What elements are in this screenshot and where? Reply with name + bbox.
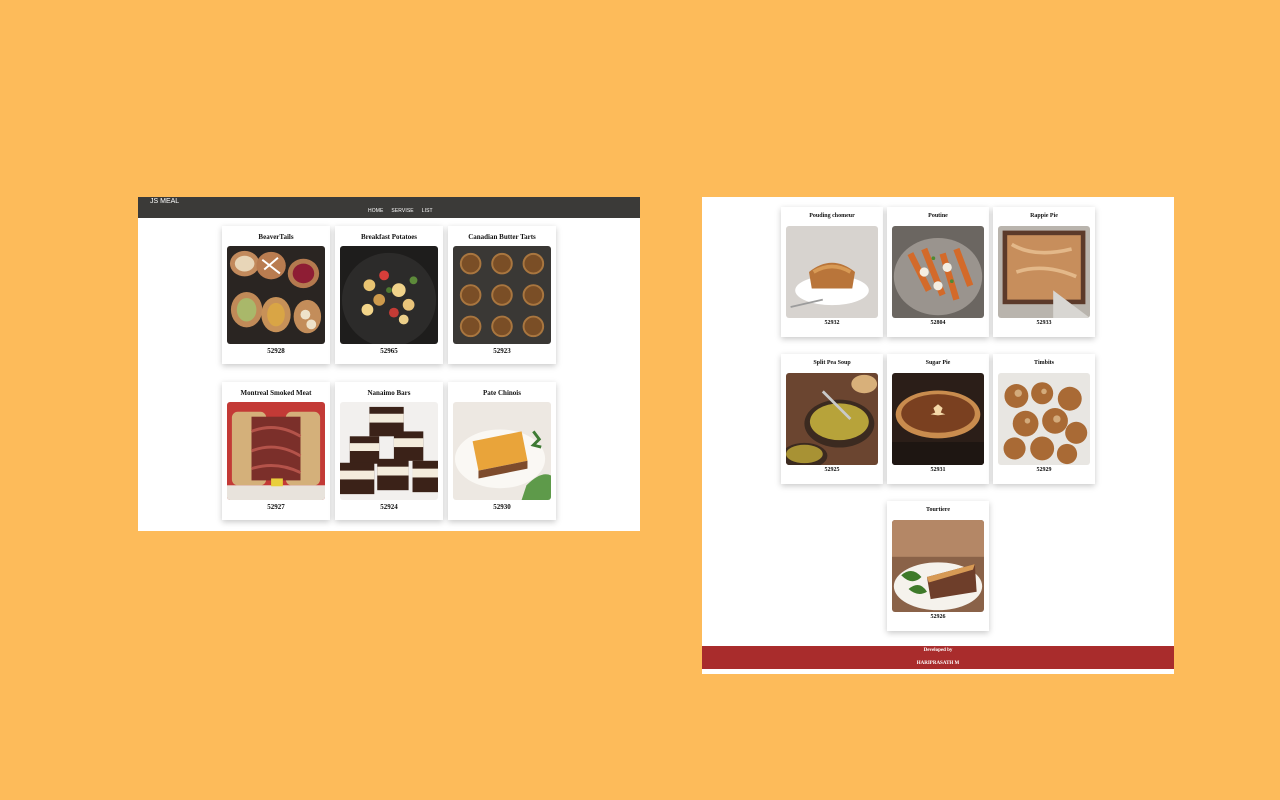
footer: Developed by HARIPRASATH M [702, 646, 1174, 669]
poutine-photo [892, 226, 984, 318]
footer-developed-by: Developed by [923, 648, 953, 653]
meal-id: 52930 [493, 503, 511, 511]
meal-id: 52965 [380, 347, 398, 355]
pate-chinois-photo [453, 402, 551, 500]
meal-card[interactable]: Breakfast Potatoes 52965 [335, 226, 443, 364]
meal-card[interactable]: Rappie Pie 52933 [993, 207, 1095, 337]
meal-title: Pouding chomeur [809, 213, 855, 219]
meal-card[interactable]: BeaverTails 52928 [222, 226, 330, 364]
meal-id: 52923 [493, 347, 511, 355]
meal-card[interactable]: Canadian Butter Tarts 52923 [448, 226, 556, 364]
meal-title: Poutine [928, 213, 948, 219]
meal-title: Nanaimo Bars [367, 389, 411, 397]
tourtiere-photo [892, 520, 984, 612]
meal-card[interactable]: Sugar Pie 52931 [887, 354, 989, 484]
footer-developer-name: HARIPRASATH M [916, 661, 960, 666]
meal-card[interactable]: Pate Chinois 52930 [448, 382, 556, 520]
smoked-meat-photo [227, 402, 325, 500]
sugar-pie-photo [892, 373, 984, 465]
meal-id: 52931 [930, 467, 946, 473]
meal-title: Breakfast Potatoes [360, 233, 418, 241]
meal-title: Tourtiere [926, 507, 950, 513]
meal-id: 52933 [1036, 320, 1052, 326]
meal-id: 52926 [930, 614, 946, 620]
nav-home-link[interactable]: HOME [368, 208, 383, 214]
meal-id: 52927 [267, 503, 285, 511]
timbits-photo [998, 373, 1090, 465]
meal-title: Pate Chinois [483, 389, 521, 397]
split-pea-soup-photo [786, 373, 878, 465]
meal-card[interactable]: Pouding chomeur 52932 [781, 207, 883, 337]
meal-title: BeaverTails [258, 233, 294, 241]
meal-card[interactable]: Montreal Smoked Meat 52927 [222, 382, 330, 520]
beavertails-photo [227, 246, 325, 344]
nav-service-link[interactable]: SERVISE [391, 208, 413, 214]
navbar: JS MEAL HOME SERVISE LIST [138, 197, 640, 218]
meal-card[interactable]: Nanaimo Bars 52924 [335, 382, 443, 520]
meal-title: Split Pea Soup [813, 360, 851, 366]
meal-title: Timbits [1034, 360, 1054, 366]
meal-id: 52932 [824, 320, 840, 326]
meal-id: 52804 [930, 320, 946, 326]
nav-list-link[interactable]: LIST [422, 208, 433, 214]
meal-card[interactable]: Poutine 52804 [887, 207, 989, 337]
rappie-pie-photo [998, 226, 1090, 318]
meal-id: 52924 [380, 503, 398, 511]
meal-card[interactable]: Timbits 52929 [993, 354, 1095, 484]
meal-title: Rappie Pie [1030, 213, 1058, 219]
nanaimo-bars-photo [340, 402, 438, 500]
meal-card[interactable]: Split Pea Soup 52925 [781, 354, 883, 484]
meal-card[interactable]: Tourtiere 52926 [887, 501, 989, 631]
meal-title: Canadian Butter Tarts [468, 233, 536, 241]
meal-title: Sugar Pie [925, 360, 951, 366]
meal-id: 52929 [1036, 467, 1052, 473]
brand-logo[interactable]: JS MEAL [150, 198, 179, 205]
pouding-chomeur-photo [786, 226, 878, 318]
meal-list-page-left: JS MEAL HOME SERVISE LIST BeaverTails 5292… [138, 197, 640, 531]
meal-title: Montreal Smoked Meat [240, 389, 312, 397]
breakfast-potatoes-photo [340, 246, 438, 344]
nav-links: HOME SERVISE LIST [368, 208, 441, 214]
meal-list-page-right: Pouding chomeur 52932 Poutine 52804 Rapp… [702, 197, 1174, 674]
meal-id: 52925 [824, 467, 840, 473]
meal-id: 52928 [267, 347, 285, 355]
butter-tarts-photo [453, 246, 551, 344]
